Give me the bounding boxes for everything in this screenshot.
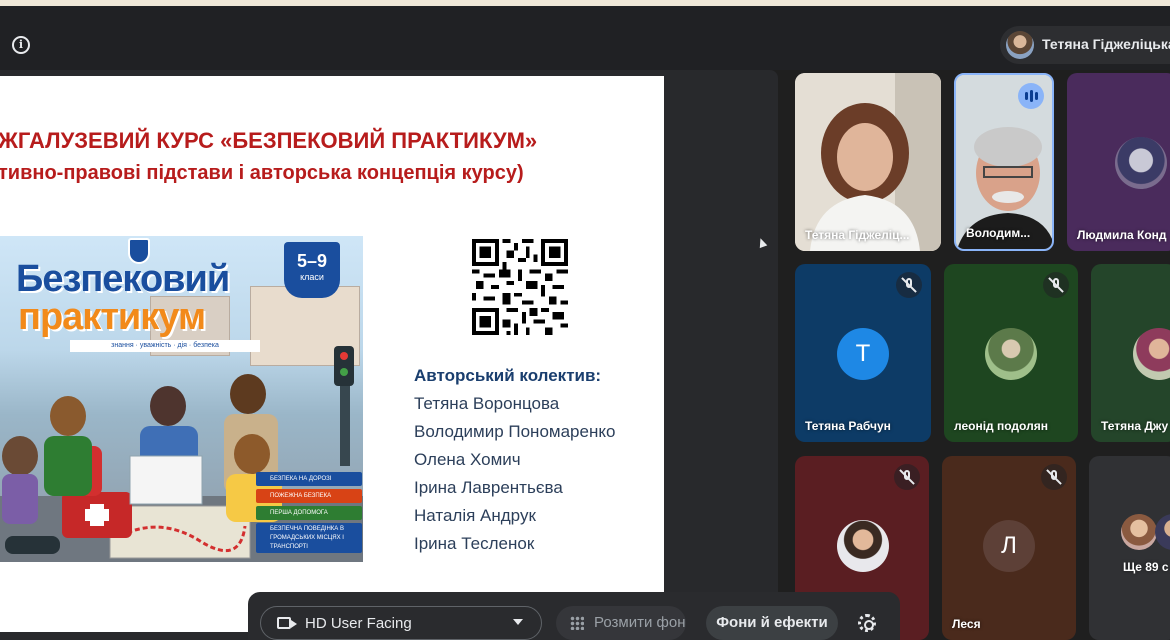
participant-video: [795, 73, 941, 251]
current-user-chip[interactable]: Тетяна Гіджеліцька: [1000, 26, 1170, 64]
participant-name: леонід подолян: [954, 419, 1048, 433]
backgrounds-effects-label: Фони й ефекти: [716, 614, 828, 631]
camera-select[interactable]: HD User Facing: [260, 606, 542, 640]
blur-icon: [570, 616, 584, 630]
participant-name: Тетяна Рабчун: [805, 419, 891, 433]
participant-name: Тетяна Гіджеліц...: [805, 228, 910, 242]
slide-title: ЖГАЛУЗЕВИЙ КУРС «БЕЗПЕКОВИЙ ПРАКТИКУМ»: [0, 128, 538, 153]
camera-select-label: HD User Facing: [305, 615, 412, 632]
poster-topic: БЕЗПЕКА НА ДОРОЗІ: [256, 472, 362, 486]
author-name: Ірина Лаврентьєва: [414, 478, 563, 497]
avatar-initial: Л: [983, 520, 1035, 572]
avatar: [1133, 328, 1170, 380]
participant-name: Тетяна Джу: [1101, 419, 1169, 433]
current-user-name: Тетяна Гіджеліцька: [1042, 36, 1170, 52]
avatar: [837, 520, 889, 572]
poster-grade-badge: 5–9 класи: [284, 242, 340, 298]
presentation-slide: ЖГАЛУЗЕВИЙ КУРС «БЕЗПЕКОВИЙ ПРАКТИКУМ» т…: [0, 76, 664, 632]
avatar: [1121, 514, 1157, 550]
blur-background-label: Розмити фон: [594, 614, 686, 631]
author-name: Тетяна Воронцова: [414, 394, 560, 413]
backgrounds-effects-button[interactable]: Фони й ефекти: [706, 606, 838, 640]
info-icon[interactable]: i: [12, 36, 30, 54]
avatar: [985, 328, 1037, 380]
avatar: [1006, 31, 1034, 59]
poster-title-line1: Безпековий: [16, 258, 230, 300]
author-name: Ірина Тесленок: [414, 534, 535, 553]
participant-tile[interactable]: леонід подолян: [944, 264, 1078, 442]
author-name: Володимир Пономаренко: [414, 422, 616, 441]
course-poster-image: Безпековий практикум знання · уважність …: [0, 236, 363, 562]
blur-background-button[interactable]: Розмити фон: [556, 606, 686, 640]
avatar: [1155, 514, 1170, 550]
avatar: [1115, 137, 1167, 189]
poster-topic-list: БЕЗПЕКА НА ДОРОЗІ ПОЖЕЖНА БЕЗПЕКА ПЕРША …: [256, 472, 362, 556]
more-participants-tile[interactable]: Ще 89 с: [1089, 456, 1170, 640]
mic-off-icon: [1041, 464, 1067, 490]
participant-tile[interactable]: Тетяна Джу: [1091, 264, 1170, 442]
gear-icon[interactable]: [858, 614, 876, 632]
poster-topic: ПОЖЕЖНА БЕЗПЕКА: [256, 489, 362, 503]
participant-tile[interactable]: Тетяна Гіджеліц...: [795, 73, 941, 251]
participant-tile[interactable]: Т Тетяна Рабчун: [795, 264, 931, 442]
participant-name: Людмила Конд: [1077, 228, 1167, 242]
author-name: Наталія Андрук: [414, 506, 536, 525]
more-participants-count: Ще 89 с: [1123, 560, 1169, 574]
participant-tile[interactable]: Л Леся: [942, 456, 1076, 640]
video-camera-icon: [277, 617, 297, 629]
participant-tile-active[interactable]: Володим...: [954, 73, 1054, 251]
participant-name: Леся: [952, 617, 981, 631]
grade-number: 5–9: [296, 251, 328, 271]
authors-title: Авторський колектив:: [414, 366, 602, 385]
avatar-initial: Т: [837, 328, 889, 380]
author-name: Олена Хомич: [414, 450, 521, 469]
grade-word: класи: [300, 272, 324, 282]
qr-code[interactable]: [472, 239, 568, 335]
slide-subtitle: тивно-правові підстави і авторська конце…: [0, 162, 524, 184]
mic-off-icon: [1043, 272, 1069, 298]
speaking-indicator-icon: [1018, 83, 1044, 109]
meeting-top-bar: i Тетяна Гіджеліцька: [0, 6, 1170, 70]
mic-off-icon: [896, 272, 922, 298]
presentation-area: ЖГАЛУЗЕВИЙ КУРС «БЕЗПЕКОВИЙ ПРАКТИКУМ» т…: [0, 70, 778, 640]
participant-tile[interactable]: Людмила Конд: [1067, 73, 1170, 251]
poster-topic: БЕЗПЕЧНА ПОВЕДІНКА В ГРОМАДСЬКИХ МІСЦЯХ …: [256, 523, 362, 553]
poster-title-line2: практикум: [18, 296, 206, 338]
mic-off-icon: [894, 464, 920, 490]
camera-preview-controls: HD User Facing Розмити фон Фони й ефекти: [248, 592, 900, 640]
chevron-down-icon: [513, 619, 523, 625]
participant-name: Володим...: [966, 226, 1031, 240]
poster-topic: ПЕРША ДОПОМОГА: [256, 506, 362, 520]
